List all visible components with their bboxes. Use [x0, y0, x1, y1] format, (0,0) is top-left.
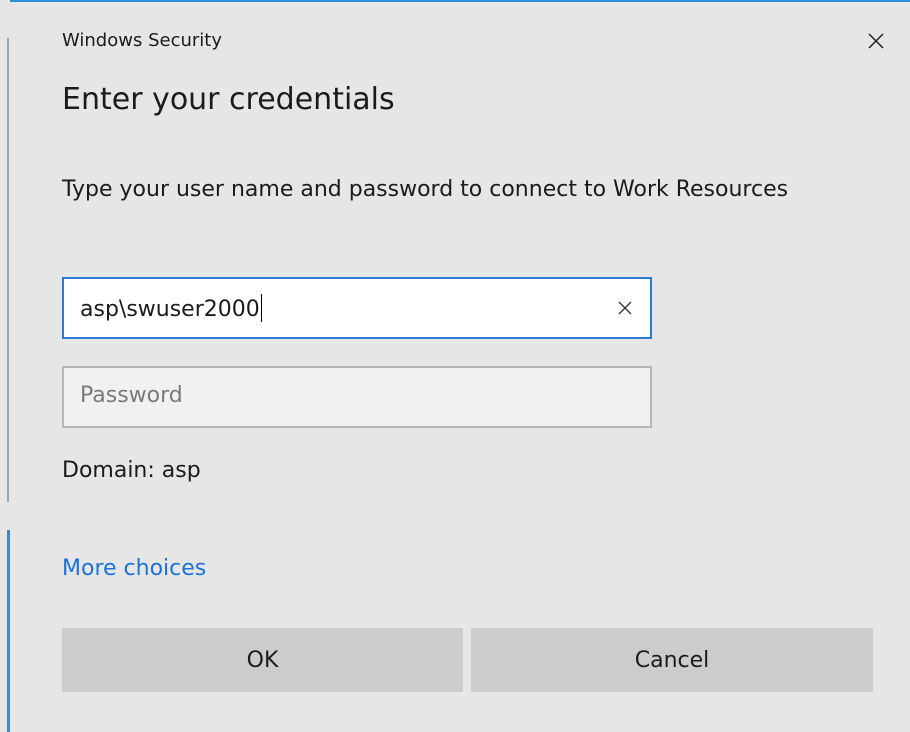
- text-caret: [260, 294, 262, 322]
- username-field[interactable]: asp\swuser2000: [62, 277, 652, 339]
- cancel-button[interactable]: Cancel: [471, 628, 873, 692]
- password-field[interactable]: Password: [62, 366, 652, 428]
- more-choices-link[interactable]: More choices: [62, 556, 206, 581]
- domain-label: Domain: asp: [62, 458, 201, 483]
- window-left-edge: [0, 0, 10, 732]
- clear-icon: [618, 301, 632, 315]
- clear-username-button[interactable]: [610, 293, 640, 323]
- close-icon: [868, 33, 884, 49]
- dialog-message: Type your user name and password to conn…: [62, 177, 789, 202]
- window-top-border: [0, 0, 910, 2]
- credentials-dialog: Windows Security Enter your credentials …: [0, 0, 910, 732]
- close-button[interactable]: [858, 24, 894, 58]
- window-title: Windows Security: [62, 30, 222, 51]
- username-value: asp\swuser2000: [80, 294, 262, 322]
- dialog-heading: Enter your credentials: [62, 82, 395, 117]
- password-placeholder: Password: [80, 383, 183, 408]
- ok-button[interactable]: OK: [62, 628, 463, 692]
